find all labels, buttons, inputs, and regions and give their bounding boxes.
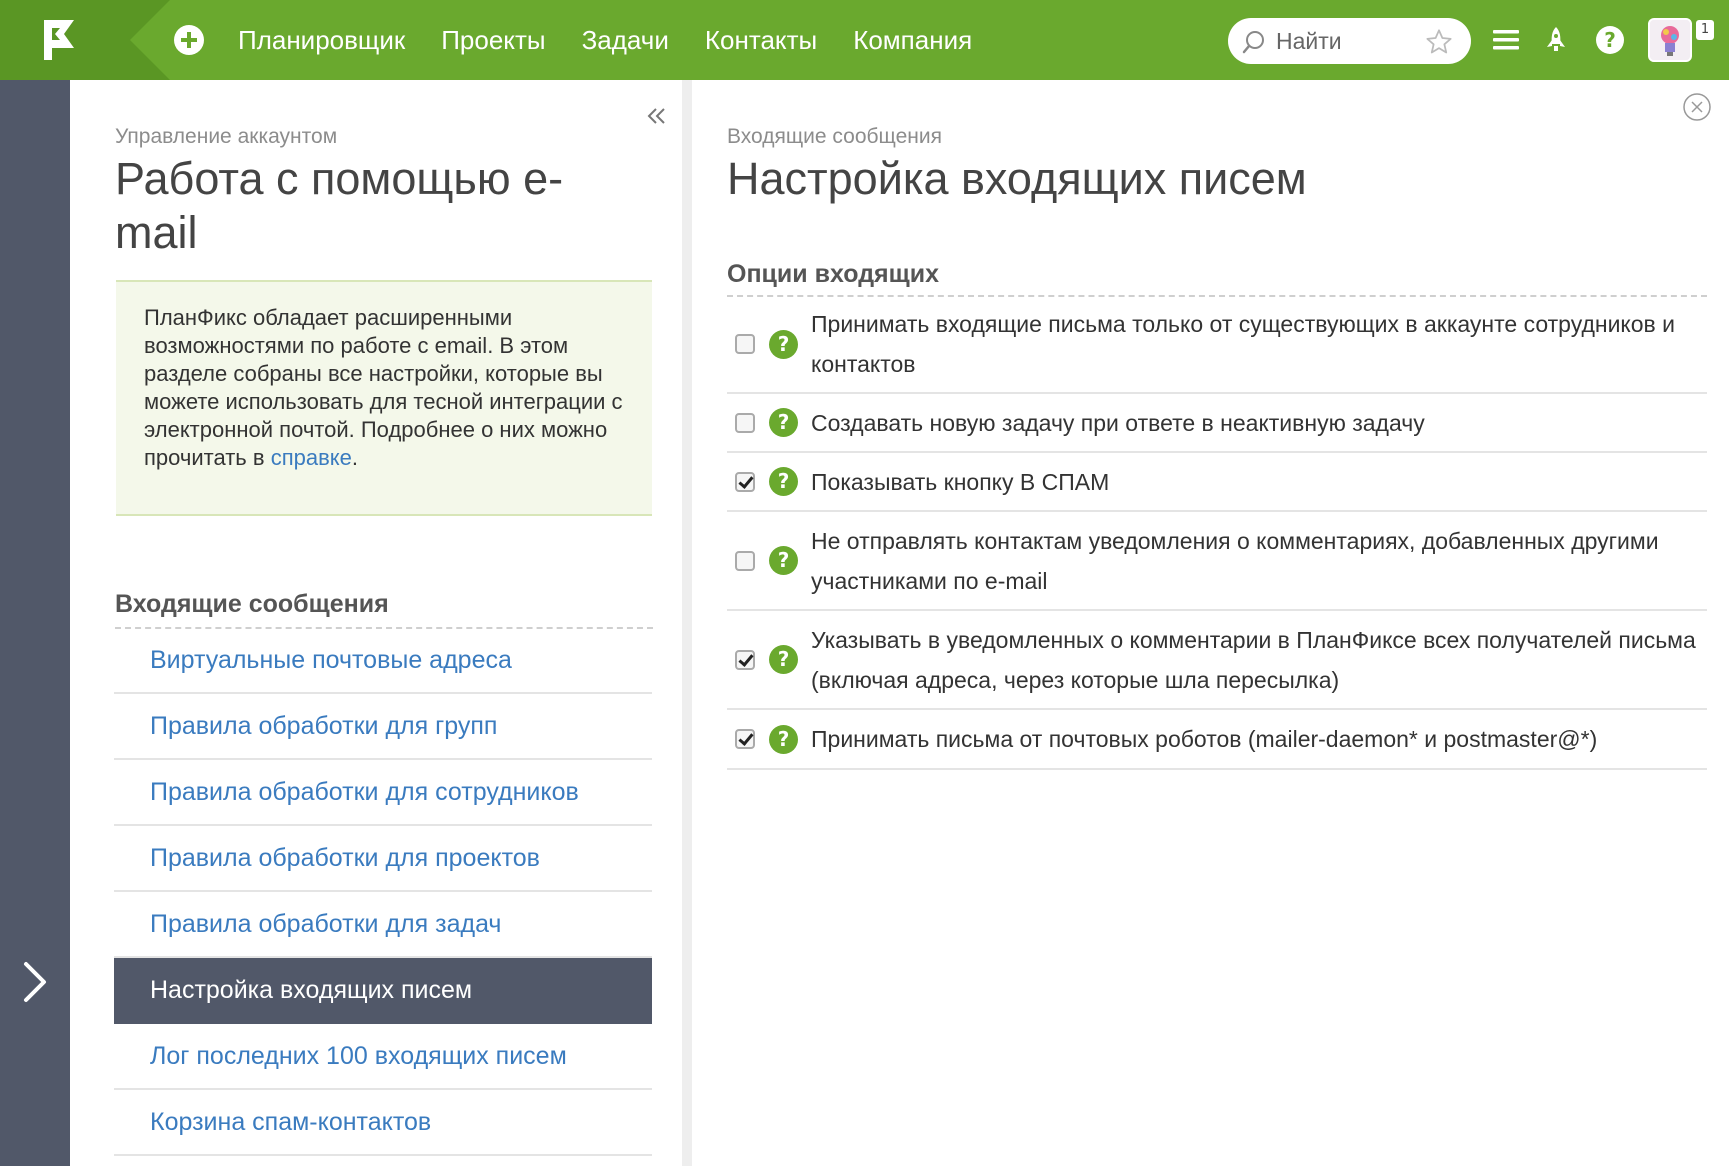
menu-item-project-rules[interactable]: Правила обработки для проектов: [114, 826, 652, 892]
help-icon[interactable]: ?: [769, 546, 798, 575]
option-label: Указывать в уведомленных о комментарии в…: [811, 626, 1696, 693]
double-chevron-left-icon[interactable]: [645, 104, 669, 128]
svg-text:?: ?: [1604, 28, 1616, 52]
option-row: ? Создавать новую задачу при ответе в не…: [727, 394, 1707, 453]
top-bar: Планировщик Проекты Задачи Контакты Комп…: [0, 0, 1729, 80]
search-input[interactable]: [1276, 18, 1416, 64]
option-row: ? Принимать письма от почтовых роботов (…: [727, 710, 1707, 770]
planfix-logo-icon[interactable]: [40, 18, 80, 62]
option-checkbox[interactable]: [735, 649, 755, 670]
option-row: ? Не отправлять контактам уведомления о …: [727, 512, 1707, 611]
notification-count-badge: 1: [1696, 20, 1714, 40]
main-nav: Планировщик Проекты Задачи Контакты Комп…: [238, 0, 1008, 80]
collapsed-sidebar: [0, 80, 70, 1166]
help-icon[interactable]: ?: [769, 724, 798, 754]
nav-projects[interactable]: Проекты: [441, 25, 545, 56]
option-label: Принимать входящие письма только от суще…: [811, 311, 1675, 377]
add-new-icon[interactable]: [174, 25, 204, 55]
option-label: Принимать письма от почтовых роботов (ma…: [811, 726, 1598, 752]
settings-menu: Виртуальные почтовые адреса Правила обра…: [114, 628, 652, 1156]
nav-planner[interactable]: Планировщик: [238, 25, 405, 56]
menu-item-group-rules[interactable]: Правила обработки для групп: [114, 694, 652, 760]
option-checkbox[interactable]: [735, 471, 755, 492]
rocket-icon[interactable]: [1540, 24, 1572, 56]
menu-item-virtual-addresses[interactable]: Виртуальные почтовые адреса: [114, 628, 652, 694]
info-text: ПланФикс обладает расширенными возможнос…: [144, 305, 623, 470]
nav-contacts[interactable]: Контакты: [705, 25, 817, 56]
breadcrumb[interactable]: Управление аккаунтом: [115, 125, 337, 149]
section-heading: Опции входящих: [727, 260, 1707, 297]
chevron-right-icon[interactable]: [18, 958, 52, 1006]
help-link[interactable]: справке: [271, 445, 352, 470]
nav-company[interactable]: Компания: [853, 25, 972, 56]
menu-item-incoming-log[interactable]: Лог последних 100 входящих писем: [114, 1024, 652, 1090]
option-checkbox[interactable]: [735, 729, 755, 749]
info-end: .: [351, 445, 359, 470]
options-list: ? Принимать входящие письма только от су…: [727, 296, 1707, 770]
option-row: ? Принимать входящие письма только от су…: [727, 296, 1707, 394]
menu-item-spam-bin[interactable]: Корзина спам-контактов: [114, 1090, 652, 1156]
menu-icon[interactable]: [1490, 24, 1522, 56]
close-icon[interactable]: [1682, 92, 1712, 122]
option-label: Не отправлять контактам уведомления о ко…: [811, 527, 1659, 594]
help-icon[interactable]: ?: [769, 467, 798, 496]
avatar-image-icon: [1650, 20, 1690, 60]
search-icon: [1242, 31, 1264, 54]
settings-navigation-panel: Управление аккаунтом Работа с помощью e-…: [70, 80, 682, 1166]
option-row: ? Указывать в уведомленных о комментарии…: [727, 611, 1707, 710]
info-box: ПланФикс обладает расширенными возможнос…: [116, 280, 652, 516]
option-checkbox[interactable]: [735, 412, 755, 433]
option-label: Показывать кнопку В СПАМ: [811, 468, 1110, 495]
option-checkbox[interactable]: [735, 550, 755, 571]
option-row: ? Показывать кнопку В СПАМ: [727, 453, 1707, 512]
page-title: Работа с помощью e-mail: [115, 153, 564, 258]
search-box: [1228, 18, 1471, 64]
star-icon[interactable]: [1425, 28, 1453, 56]
panel-divider[interactable]: [682, 80, 692, 1166]
help-icon[interactable]: ?: [1594, 24, 1626, 56]
help-icon[interactable]: ?: [769, 408, 798, 437]
menu-item-employee-rules[interactable]: Правила обработки для сотрудников: [114, 760, 652, 826]
nav-tasks[interactable]: Задачи: [582, 25, 669, 56]
user-avatar[interactable]: [1648, 18, 1692, 62]
page-title: Настройка входящих писем: [727, 153, 1307, 204]
breadcrumb[interactable]: Входящие сообщения: [727, 125, 942, 149]
menu-item-task-rules[interactable]: Правила обработки для задач: [114, 892, 652, 958]
menu-item-incoming-settings[interactable]: Настройка входящих писем: [114, 958, 652, 1024]
option-label: Создавать новую задачу при ответе в неак…: [811, 409, 1425, 436]
section-heading: Входящие сообщения: [115, 590, 653, 629]
option-checkbox[interactable]: [735, 334, 755, 354]
help-icon[interactable]: ?: [769, 645, 798, 674]
settings-content-panel: Входящие сообщения Настройка входящих пи…: [692, 80, 1729, 1166]
help-icon[interactable]: ?: [769, 329, 798, 359]
